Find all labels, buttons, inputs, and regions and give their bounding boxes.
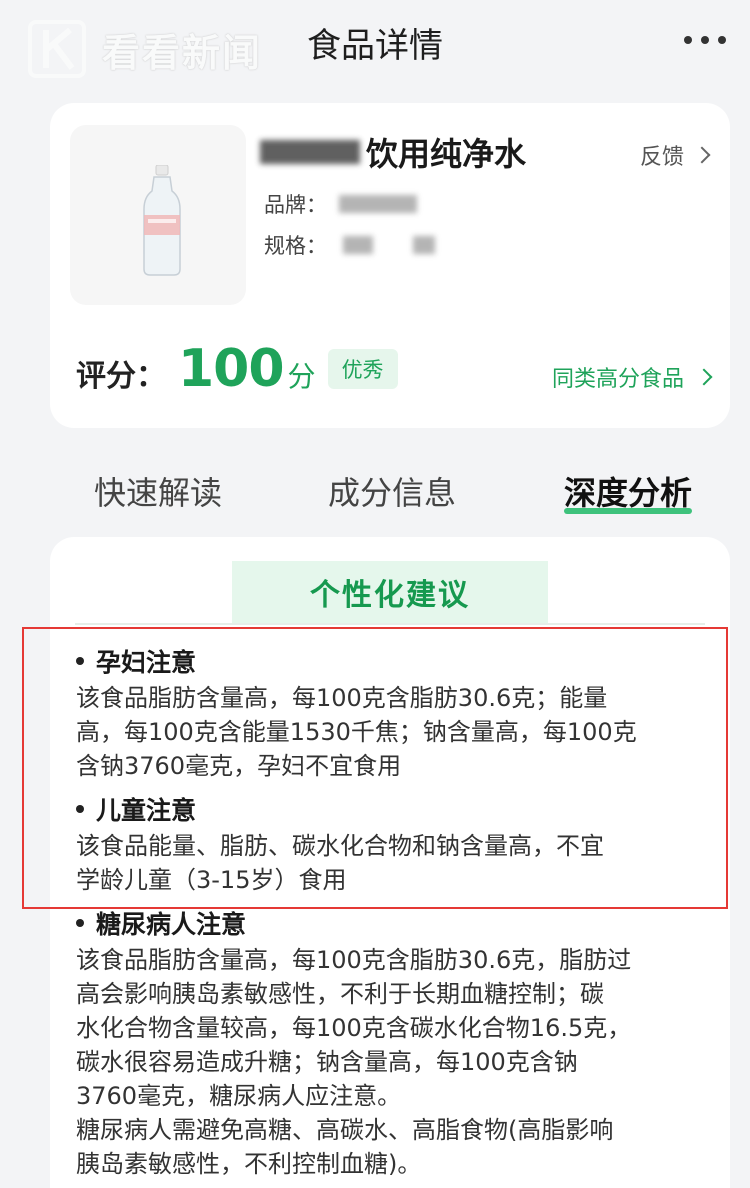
advice-line: 胰岛素敏感性，不利控制血糖)。: [76, 1150, 422, 1178]
more-dots-icon[interactable]: [684, 22, 726, 58]
redacted-spec: [343, 236, 373, 254]
advice-line: 高会影响胰岛素敏感性，不利于长期血糖控制；碳: [76, 980, 604, 1008]
score-badge: 优秀: [327, 349, 398, 389]
advice-body: 该食品脂肪含量高，每100克含脂肪30.6克，脂肪过 高会影响胰岛素敏感性，不利…: [76, 943, 706, 1181]
advice-body: 该食品脂肪含量高，每100克含脂肪30.6克；能量 高，每100克含能量1530…: [76, 681, 706, 783]
advice-title-text: 孕妇注意: [96, 648, 197, 677]
advice-line: 该食品能量、脂肪、碳水化合物和钠含量高，不宜: [76, 832, 604, 860]
redacted-block: [260, 140, 360, 164]
advice-body: 该食品能量、脂肪、碳水化合物和钠含量高，不宜 学龄儿童（3-15岁）食用: [76, 829, 706, 897]
advice-panel: 个性化建议 孕妇注意 该食品脂肪含量高，每100克含脂肪30.6克；能量 高，每…: [50, 537, 730, 1188]
advice-title: 孕妇注意: [76, 643, 706, 679]
advice-line: 高，每100克含能量1530千焦；钠含量高，每100克: [76, 718, 637, 746]
advice-line: 碳水很容易造成升糖；钠含量高，每100克含钠: [76, 1048, 578, 1076]
feedback-label: 反馈: [639, 145, 684, 170]
bullet-icon: [76, 657, 84, 665]
advice-children: 儿童注意 该食品能量、脂肪、碳水化合物和钠含量高，不宜 学龄儿童（3-15岁）食…: [76, 791, 706, 897]
score-row: 评分： 100 分 优秀: [76, 339, 398, 399]
tab-ingredients[interactable]: 成分信息: [328, 468, 456, 514]
spec-row: 规格：: [264, 230, 435, 260]
advice-title: 儿童注意: [76, 791, 706, 827]
feedback-link[interactable]: 反馈: [639, 139, 711, 171]
product-card: 饮用纯净水 反馈 品牌： 规格： 评分： 100 分 优秀 同类高分食品: [50, 103, 730, 428]
tab-bar: 快速解读 成分信息 深度分析: [50, 460, 730, 520]
redacted-spec-2: [413, 236, 435, 254]
advice-line: 糖尿病人需避免高糖、高碳水、高脂食物(高脂影响: [76, 1116, 614, 1144]
bullet-icon: [76, 919, 84, 927]
advice-line: 含钠3760毫克，孕妇不宜食用: [76, 752, 402, 780]
top-bar: 看看新闻 食品详情: [0, 0, 750, 88]
advice-line: 学龄儿童（3-15岁）食用: [76, 866, 347, 894]
water-bottle-image: [143, 165, 181, 276]
score-unit: 分: [287, 360, 316, 393]
brand-label: 品牌：: [264, 193, 327, 217]
advice-title: 糖尿病人注意: [76, 905, 706, 941]
advice-title-text: 儿童注意: [96, 796, 197, 825]
advice-diabetes: 糖尿病人注意 该食品脂肪含量高，每100克含脂肪30.6克，脂肪过 高会影响胰岛…: [76, 905, 706, 1181]
advice-line: 该食品脂肪含量高，每100克含脂肪30.6克；能量: [76, 684, 608, 712]
product-image: [70, 125, 246, 305]
tab-quick-read[interactable]: 快速解读: [94, 468, 222, 514]
advice-line: 该食品脂肪含量高，每100克含脂肪30.6克，脂肪过: [76, 946, 632, 974]
brand-row: 品牌：: [264, 189, 417, 219]
advice-title-text: 糖尿病人注意: [96, 910, 247, 939]
chevron-right-icon: [693, 146, 711, 164]
page-title: 食品详情: [307, 26, 443, 66]
score-label: 评分：: [76, 359, 166, 394]
similar-foods-label: 同类高分食品: [551, 367, 684, 392]
spec-label: 规格：: [264, 234, 327, 258]
advice-line: 水化合物含量较高，每100克含碳水化合物16.5克，: [76, 1014, 632, 1042]
product-name-row: 饮用纯净水: [260, 129, 526, 175]
product-name: 饮用纯净水: [366, 135, 527, 173]
section-header: 个性化建议: [75, 561, 705, 625]
chevron-right-icon: [695, 368, 713, 386]
tab-deep-analysis[interactable]: 深度分析: [564, 468, 693, 514]
bullet-icon: [76, 805, 84, 813]
section-title: 个性化建议: [232, 561, 548, 623]
redacted-brand: [339, 195, 417, 213]
similar-foods-link[interactable]: 同类高分食品: [551, 361, 713, 393]
advice-line: 3760毫克，糖尿病人应注意。: [76, 1082, 402, 1110]
score-value: 100: [178, 339, 285, 399]
advice-pregnant: 孕妇注意 该食品脂肪含量高，每100克含脂肪30.6克；能量 高，每100克含能…: [76, 643, 706, 783]
